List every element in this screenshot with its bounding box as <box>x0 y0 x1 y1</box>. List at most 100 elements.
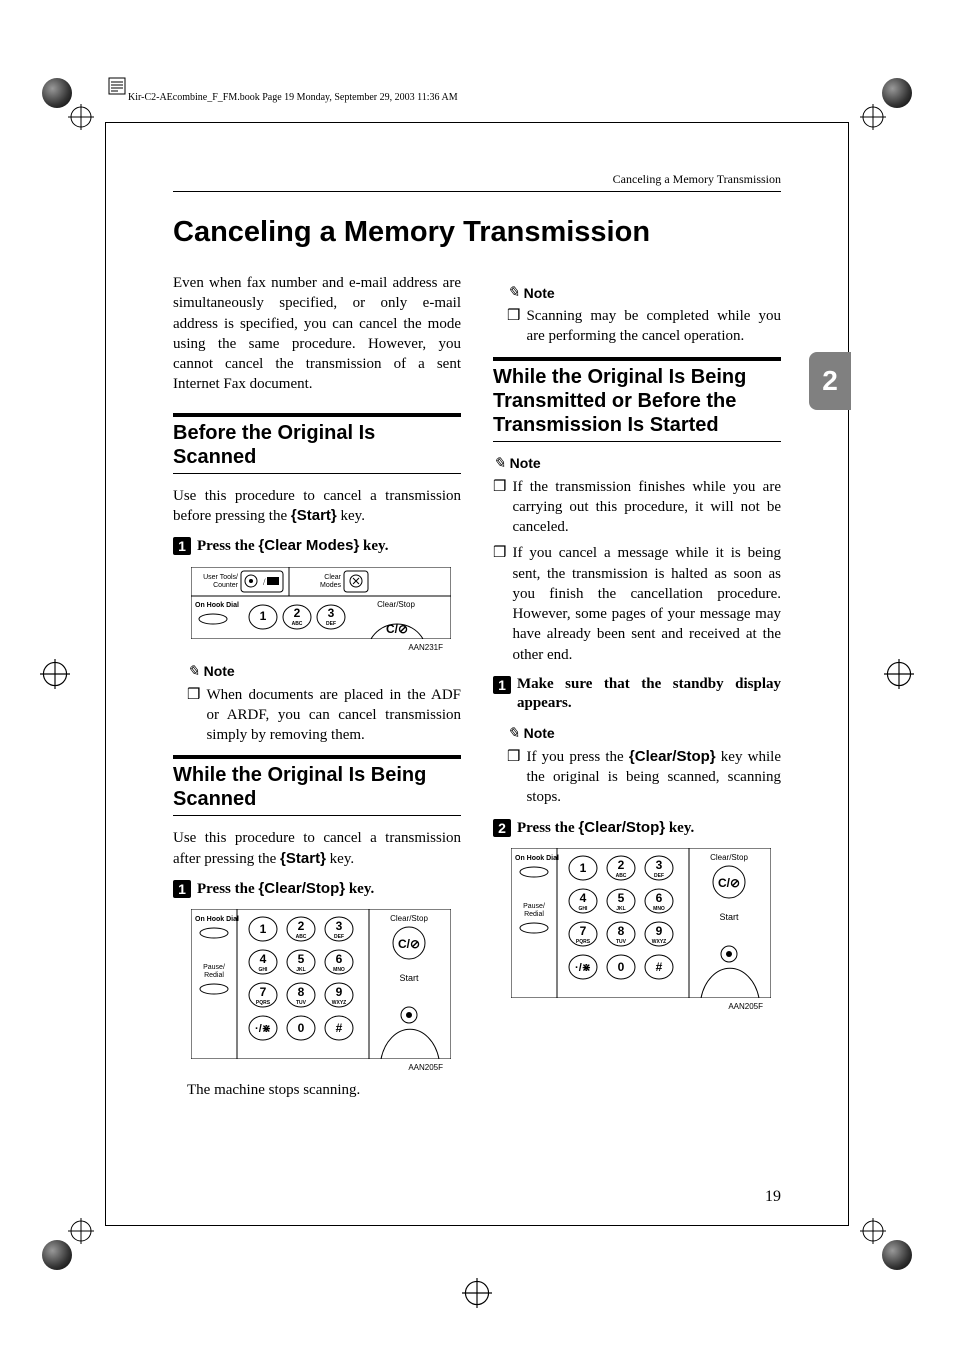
right-column: ✎ Note ❒ Scanning may be completed while… <box>493 273 781 1111</box>
crop-mark-top-left <box>42 78 84 120</box>
right-top-note-item: ❒ Scanning may be completed while you ar… <box>507 306 781 347</box>
fig1-code: AAN231F <box>173 643 443 652</box>
svg-text:9: 9 <box>656 924 663 938</box>
svg-text:5: 5 <box>298 952 305 966</box>
keypad-figure-right: On Hook Dial Pause/ Redial 1 2ABC 3DEF 4… <box>511 848 781 998</box>
section3-note1: ❒ If the transmission finishes while you… <box>493 477 781 538</box>
svg-text:DEF: DEF <box>654 873 664 879</box>
svg-text:6: 6 <box>336 952 343 966</box>
section1-note-head: ✎ Note <box>173 662 461 681</box>
step2-text: Press the {Clear/Stop} key. <box>517 818 694 839</box>
svg-text:7: 7 <box>580 924 587 938</box>
svg-text:On Hook Dial: On Hook Dial <box>195 916 239 923</box>
svg-text:GHI: GHI <box>259 967 269 973</box>
svg-text:9: 9 <box>336 985 343 999</box>
step1-text: Press the {Clear/Stop} key. <box>197 879 374 900</box>
keypad-figure-left: On Hook Dial Pause/ Redial 1 2ABC 3DEF 4… <box>191 909 461 1059</box>
target-right <box>884 659 914 689</box>
section1-heading: Before the Original Is Scanned <box>173 413 461 474</box>
section3-note2: ❒ If you cancel a message while it is be… <box>493 543 781 665</box>
svg-text:WXYZ: WXYZ <box>652 939 666 945</box>
right-top-note-head: ✎ Note <box>493 283 781 302</box>
svg-text:On Hook Dial: On Hook Dial <box>515 855 559 862</box>
step-number-2: 2 <box>493 819 511 837</box>
pencil-icon: ✎ <box>493 454 506 473</box>
svg-text:1: 1 <box>260 922 267 936</box>
page-content: Canceling a Memory Transmission Cancelin… <box>105 122 849 1226</box>
note-label: Note <box>524 725 555 741</box>
svg-text:PQRS: PQRS <box>576 939 591 945</box>
section2-step1: 1 Press the {Clear/Stop} key. <box>173 879 461 900</box>
step-number-1: 1 <box>173 880 191 898</box>
svg-text:ABC: ABC <box>292 621 303 627</box>
svg-text:Start: Start <box>399 973 419 983</box>
svg-text:5: 5 <box>618 891 625 905</box>
section3-step1: 1 Make sure that the standby display app… <box>493 675 781 714</box>
section2-closing: The machine stops scanning. <box>173 1080 461 1100</box>
svg-text:Clear/Stop: Clear/Stop <box>710 853 748 862</box>
bullet-icon: ❒ <box>493 543 506 665</box>
svg-text:JKL: JKL <box>296 967 305 973</box>
svg-text:MNO: MNO <box>653 906 665 912</box>
left-column: Even when fax number and e-mail address … <box>173 273 461 1111</box>
svg-text:Clear/Stop: Clear/Stop <box>377 600 415 609</box>
svg-text:1: 1 <box>580 861 587 875</box>
svg-text:Start: Start <box>719 912 739 922</box>
svg-text:User Tools/: User Tools/ <box>203 574 238 581</box>
svg-text:3: 3 <box>656 858 663 872</box>
svg-text:1: 1 <box>260 609 267 623</box>
svg-text:On Hook Dial: On Hook Dial <box>195 602 239 609</box>
svg-text:3: 3 <box>328 606 335 620</box>
section3-heading: While the Original Is Being Transmitted … <box>493 357 781 442</box>
section3-step1-note: ❒ If you press the {Clear/Stop} key whil… <box>507 747 781 808</box>
svg-text:Pause/: Pause/ <box>523 903 545 910</box>
svg-text:PQRS: PQRS <box>256 1000 271 1006</box>
svg-text:·/⋇: ·/⋇ <box>255 1023 271 1035</box>
panel-figure-1: User Tools/ Counter / Clear Modes On Hoo… <box>191 567 461 639</box>
crop-mark-bottom-left <box>42 1228 84 1270</box>
svg-text:C/⊘: C/⊘ <box>386 622 408 636</box>
svg-text:Clear/Stop: Clear/Stop <box>390 914 428 923</box>
crop-mark-top-right <box>870 78 912 120</box>
svg-text:MNO: MNO <box>333 967 345 973</box>
section1-body: Use this procedure to cancel a transmiss… <box>173 486 461 527</box>
svg-text:C/⊘: C/⊘ <box>718 876 740 890</box>
fig3-code: AAN205F <box>493 1002 763 1011</box>
svg-text:8: 8 <box>298 985 305 999</box>
section1-step1: 1 Press the {Clear Modes} key. <box>173 536 461 557</box>
svg-text:4: 4 <box>260 952 267 966</box>
svg-text:·/⋇: ·/⋇ <box>575 962 591 974</box>
section1-note-item: ❒ When documents are placed in the ADF o… <box>187 685 461 746</box>
svg-text:0: 0 <box>618 960 625 974</box>
svg-text:#: # <box>656 960 663 974</box>
note-label: Note <box>524 285 555 301</box>
pencil-icon: ✎ <box>507 724 520 743</box>
crop-mark-bottom-right <box>870 1228 912 1270</box>
fig2-code: AAN205F <box>173 1063 443 1072</box>
intro-paragraph: Even when fax number and e-mail address … <box>173 273 461 395</box>
chapter-tab: 2 <box>809 352 851 410</box>
target-left <box>40 659 70 689</box>
pencil-icon: ✎ <box>507 283 520 302</box>
svg-text:Counter: Counter <box>213 582 239 589</box>
note-label: Note <box>204 663 235 679</box>
svg-text:0: 0 <box>298 1021 305 1035</box>
step1-text: Press the {Clear Modes} key. <box>197 536 388 557</box>
section3-step1-note-head: ✎ Note <box>493 724 781 743</box>
svg-text:Clear: Clear <box>324 574 341 581</box>
svg-text:ABC: ABC <box>616 873 627 879</box>
running-head: Canceling a Memory Transmission <box>173 172 781 192</box>
svg-text:TUV: TUV <box>296 1000 307 1006</box>
svg-text:2: 2 <box>618 858 625 872</box>
svg-text:WXYZ: WXYZ <box>332 1000 346 1006</box>
section3-note-head: ✎ Note <box>493 454 781 473</box>
svg-text:GHI: GHI <box>579 906 589 912</box>
bullet-icon: ❒ <box>493 477 506 538</box>
note-label: Note <box>510 455 541 471</box>
svg-text:Modes: Modes <box>320 582 342 589</box>
svg-text:2: 2 <box>294 606 301 620</box>
svg-text:7: 7 <box>260 985 267 999</box>
bullet-icon: ❒ <box>187 685 200 746</box>
page-title: Canceling a Memory Transmission <box>173 216 781 249</box>
target-bottom <box>462 1278 492 1308</box>
